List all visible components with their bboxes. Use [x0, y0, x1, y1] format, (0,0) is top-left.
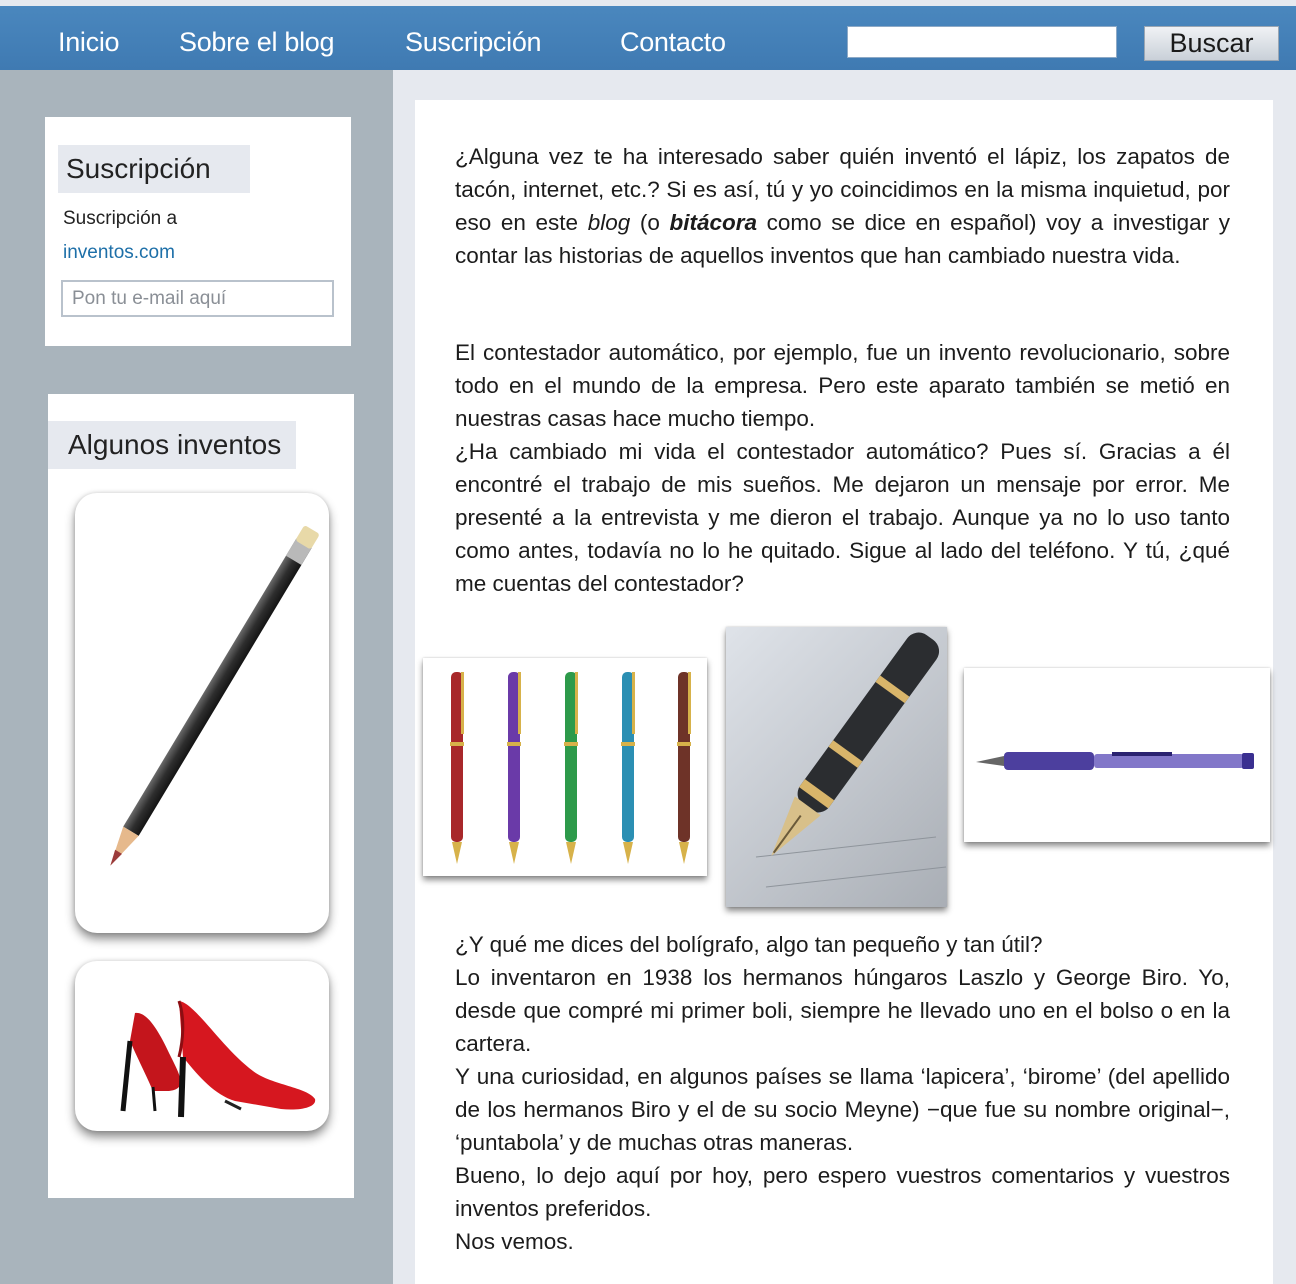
red-heels-icon [120, 1000, 316, 1118]
nav-link-contacto[interactable]: Contacto [620, 27, 726, 58]
subscription-label: Suscripción a [63, 208, 178, 229]
inventions-box: Algunos inventos [48, 394, 354, 1198]
subscription-title: Suscripción [58, 145, 250, 193]
subscription-link[interactable]: inventos.com [63, 236, 177, 270]
email-field[interactable] [61, 280, 334, 317]
ballpoint-pen-image [964, 668, 1270, 842]
colored-pens-image [423, 658, 707, 876]
pens-icon [450, 672, 691, 864]
subscription-box: Suscripción Suscripción a inventos.com [45, 117, 351, 346]
post-paragraph-contestador: El contestador automático, por ejemplo, … [455, 340, 1230, 596]
nav-link-suscripcion[interactable]: Suscripción [405, 27, 542, 58]
search-button[interactable]: Buscar [1144, 26, 1279, 61]
search-input[interactable] [847, 26, 1117, 58]
blog-post: ¿Alguna vez te ha interesado saber quién… [415, 100, 1273, 1284]
shoes-image[interactable] [75, 961, 329, 1131]
post-paragraph-boligrafo: ¿Y qué me dices del bolígrafo, algo tan … [455, 932, 1230, 1254]
nav-link-inicio[interactable]: Inicio [58, 27, 120, 58]
fountain-pen-image [726, 627, 947, 907]
inventions-title: Algunos inventos [48, 421, 296, 469]
nav-link-sobre-el-blog[interactable]: Sobre el blog [179, 27, 335, 58]
pencil-icon [110, 526, 319, 866]
ballpoint-pen-icon [976, 752, 1254, 770]
post-paragraph-intro: ¿Alguna vez te ha interesado saber quién… [455, 144, 1230, 268]
fountain-pen-icon [755, 632, 947, 888]
pencil-image[interactable] [75, 493, 329, 933]
top-nav-bar: Inicio Sobre el blog Suscripción Contact… [0, 6, 1296, 70]
subscription-text-block: Suscripción a inventos.com [63, 202, 177, 270]
